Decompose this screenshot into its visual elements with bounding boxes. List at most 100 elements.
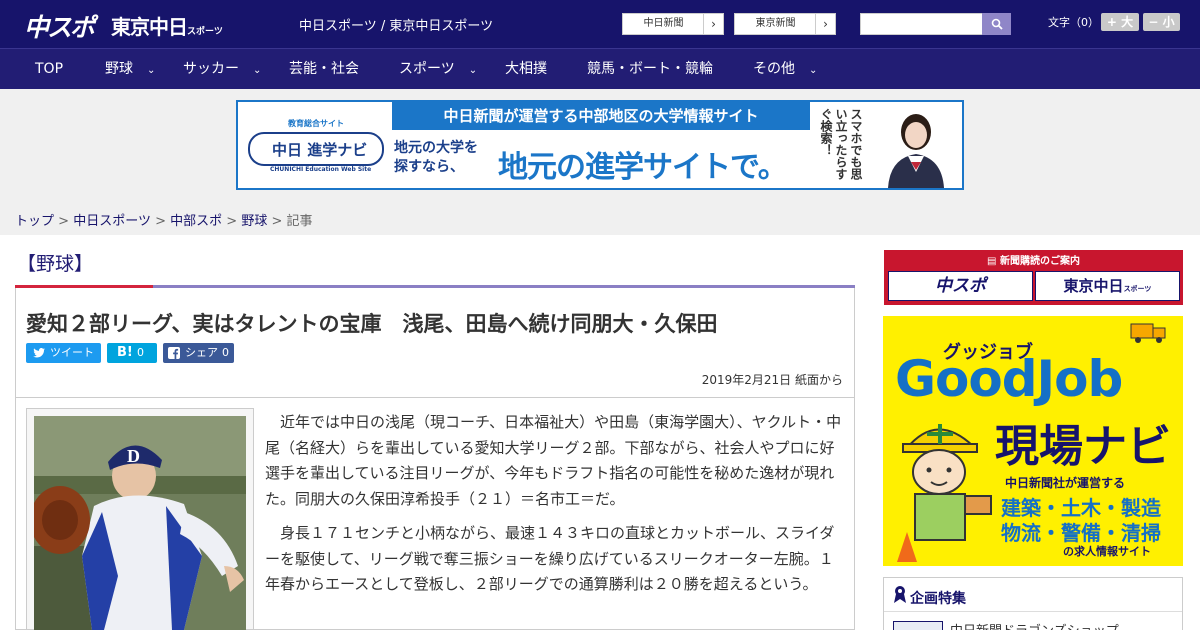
pitcher-photo[interactable]: D — [34, 416, 246, 630]
goodjob-desc: 中日新聞社が運営する — [1005, 476, 1126, 490]
font-decrease-button[interactable]: − 小 — [1143, 13, 1180, 31]
chuspo-logo[interactable]: 中スポ — [24, 8, 95, 44]
breadcrumb-separator: > — [155, 214, 166, 229]
nav-item-baseball[interactable]: 野球 ⌄ — [105, 49, 155, 90]
nav-label: サッカー — [183, 61, 239, 77]
svg-text:D: D — [127, 446, 140, 466]
tokyo-logo-sub: スポーツ — [187, 27, 223, 37]
article-dateline: 2019年2月21日 紙面から — [701, 373, 843, 387]
tweet-button[interactable]: ツイート — [26, 343, 101, 363]
truck-icon — [1130, 323, 1166, 343]
site-title: 中日スポーツ / 東京中日スポーツ — [299, 19, 494, 34]
goodjob-navi: 現場ナビ — [995, 421, 1171, 472]
breadcrumb-current: 記事 — [286, 214, 313, 229]
main-nav: TOP 野球 ⌄ サッカー ⌄ 芸能・社会 スポーツ ⌄ 大相撲 競馬・ボート・競輪 … — [0, 48, 1200, 89]
article-paragraph: 身長１７１センチと小柄ながら、最速１４３キロの直球とカットボール、スライダーを駆… — [265, 524, 835, 593]
ext-link-label: 東京新聞 — [755, 18, 796, 29]
nav-label: スポーツ — [399, 61, 455, 77]
nav-label: TOP — [35, 61, 64, 77]
nav-item-other[interactable]: その他 ⌄ — [753, 49, 817, 90]
tweet-label: ツイート — [50, 346, 94, 359]
breadcrumb-separator: > — [271, 214, 283, 229]
banner-question-line: 地元の大学を — [394, 140, 478, 156]
nav-label: その他 — [753, 61, 795, 77]
chevron-down-icon: ⌄ — [468, 65, 478, 76]
banner-person-area: スマホでも思い立ったらすぐ検索！ — [812, 102, 962, 188]
nav-item-racing[interactable]: 競馬・ボート・競輪 — [587, 49, 713, 90]
chuspo-subscribe-box[interactable]: 中スポ — [888, 271, 1033, 301]
breadcrumb-chunichi-sports[interactable]: 中日スポーツ — [73, 214, 151, 229]
shingaku-navi-banner[interactable]: 教育総合サイト 中日 進学ナビ CHUNICHI Education Web S… — [236, 100, 964, 190]
nav-label: 芸能・社会 — [289, 61, 359, 77]
dragons-shop-thumbnail[interactable] — [893, 621, 943, 630]
banner-subtitle: 教育総合サイト — [288, 119, 344, 128]
nav-label: 野球 — [105, 61, 133, 77]
tokyo-chunichi-subscribe-box[interactable]: 東京中日スポーツ — [1035, 271, 1180, 301]
goodjob-footer: の求人情報サイト — [1063, 545, 1151, 558]
banner-question-line: 探すなら、 — [394, 159, 464, 175]
pitcher-image: D — [34, 416, 246, 630]
chevron-down-icon: ⌄ — [809, 65, 818, 76]
tokyo-chunichi-logo[interactable]: 東京中日スポーツ — [111, 11, 223, 40]
banner-logo-text: 中日 進学ナビ — [272, 141, 368, 159]
chunichi-shimbun-link[interactable]: 中日新聞 › — [622, 13, 724, 35]
facebook-label: シェア — [185, 346, 218, 359]
banner-main-text: 地元の進学サイトで。 — [498, 150, 788, 185]
feature-divider — [884, 611, 1182, 612]
article-paragraph: 近年では中日の浅尾（現コーチ、日本福祉大）や田島（東海学園大）、ヤクルト・中尾（… — [265, 413, 842, 508]
ribbon-icon — [894, 586, 906, 603]
tokyo-shimbun-link[interactable]: 東京新聞 › — [734, 13, 836, 35]
chevron-right-icon: › — [815, 14, 835, 34]
font-increase-button[interactable]: + 大 — [1101, 13, 1139, 31]
worker-illustration — [897, 424, 992, 562]
hatena-bookmark-button[interactable]: B! 0 — [107, 343, 157, 363]
breadcrumb-top[interactable]: トップ — [15, 214, 54, 229]
newspaper-icon: ▤ — [987, 256, 1000, 267]
newspaper-subscription-ad[interactable]: ▤ 新聞購読のご案内 中スポ 東京中日スポーツ — [884, 250, 1183, 305]
hatena-count: 0 — [137, 346, 144, 359]
facebook-count: 0 — [222, 346, 229, 359]
nav-item-sports[interactable]: スポーツ ⌄ — [399, 49, 477, 90]
banner-logo-en: CHUNICHI Education Web Site — [270, 166, 372, 173]
breadcrumb: トップ > 中日スポーツ > 中部スポ > 野球 > 記事 — [15, 210, 313, 229]
font-size-label: 文字（0） — [1048, 16, 1099, 29]
hatena-icon: B! — [117, 345, 133, 360]
search-input[interactable] — [860, 13, 983, 35]
search-button[interactable] — [982, 13, 1011, 35]
nav-item-sumo[interactable]: 大相撲 — [505, 49, 547, 90]
facebook-icon — [168, 347, 180, 359]
goodjob-navi-ad[interactable]: グッジョブ GoodJob 現場ナビ 中日新聞社が運営する 建築・土木・製造 物… — [883, 316, 1183, 566]
shingaku-navi-logo: 中日 進学ナビ — [248, 132, 384, 166]
breadcrumb-separator: > — [58, 214, 70, 229]
chevron-down-icon: ⌄ — [253, 65, 262, 76]
breadcrumb-chubu-spo[interactable]: 中部スポ — [170, 214, 222, 229]
search-icon — [991, 18, 1003, 30]
feature-title: 企画特集 — [910, 591, 966, 607]
breadcrumb-separator: > — [226, 214, 238, 229]
subscription-title-text: 新聞購読のご案内 — [999, 256, 1080, 267]
article-headline: 愛知２部リーグ、実はタレントの宝庫 浅尾、田島へ続け同朋大・久保田 — [26, 312, 718, 336]
subscription-title: ▤ 新聞購読のご案内 — [884, 252, 1183, 267]
chevron-right-icon: › — [703, 14, 723, 34]
tokyo-subscribe-label: 東京中日 — [1063, 277, 1124, 295]
banner-question: 地元の大学を 探すなら、 — [394, 139, 478, 177]
ext-link-label: 中日新聞 — [643, 18, 684, 29]
top-header: 中スポ 東京中日スポーツ 中日スポーツ / 東京中日スポーツ 中日新聞 › 東京… — [0, 0, 1200, 48]
nav-item-entertainment[interactable]: 芸能・社会 — [289, 49, 359, 90]
tokyo-subscribe-sub: スポーツ — [1123, 285, 1152, 293]
nav-item-soccer[interactable]: サッカー ⌄ — [183, 49, 261, 90]
chevron-down-icon: ⌄ — [147, 65, 156, 76]
nav-label: 競馬・ボート・競輪 — [587, 61, 713, 77]
banner-headline: 中日新聞が運営する中部地区の大学情報サイト — [392, 102, 810, 130]
banner-vertical-text: スマホでも思い立ったらすぐ検索！ — [819, 108, 863, 180]
goodjob-categories-2: 物流・警備・清掃 — [1001, 521, 1161, 545]
facebook-share-button[interactable]: シェア 0 — [163, 343, 234, 363]
banner-logo-area: 教育総合サイト 中日 進学ナビ CHUNICHI Education Web S… — [238, 102, 390, 188]
nav-label: 大相撲 — [505, 61, 547, 77]
tokyo-logo-text: 東京中日 — [111, 15, 188, 39]
twitter-icon — [33, 348, 45, 358]
breadcrumb-baseball[interactable]: 野球 — [241, 214, 267, 229]
nav-item-top[interactable]: TOP — [35, 49, 63, 90]
goodjob-title: GoodJob — [895, 350, 1123, 408]
feature-item-dragons-shop[interactable]: 中日新聞ドラゴンズショップ — [950, 620, 1119, 630]
